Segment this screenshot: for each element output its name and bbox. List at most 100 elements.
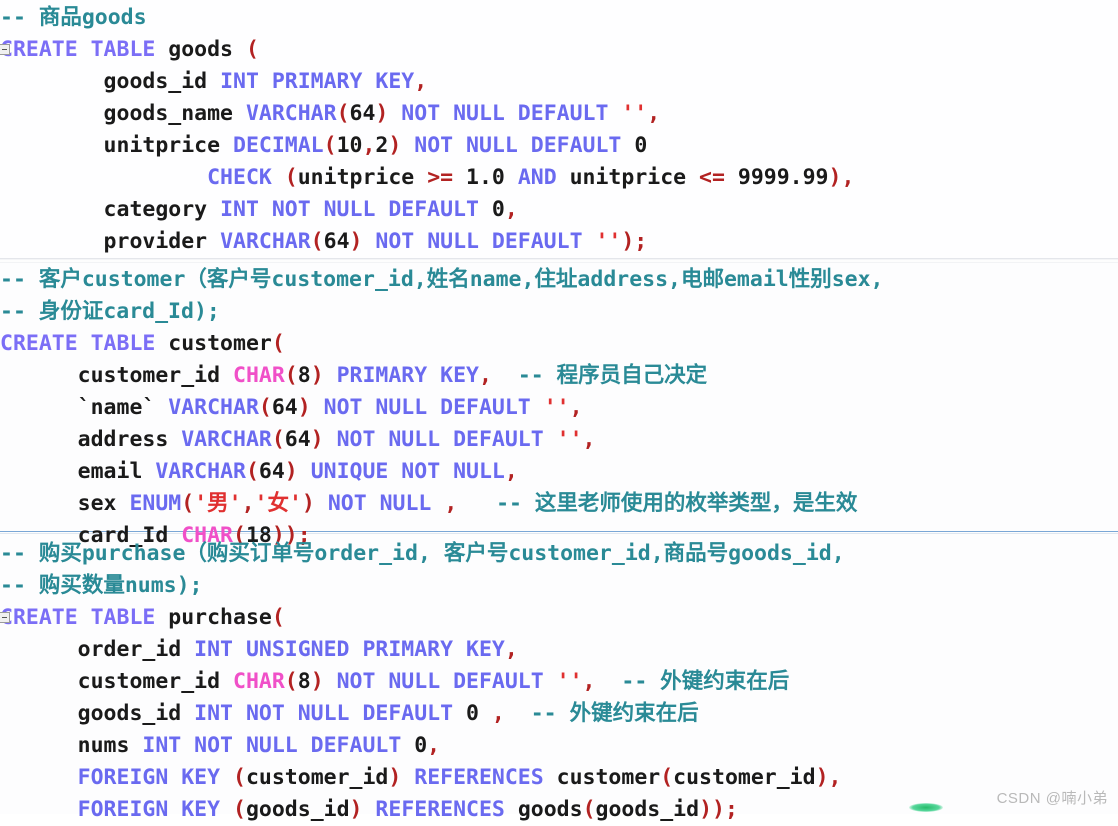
code-token: ) (388, 765, 402, 790)
code-token: goods_id (0, 69, 221, 94)
code-token: goods (168, 37, 246, 62)
code-line[interactable]: provider VARCHAR(64) NOT NULL DEFAULT ''… (0, 226, 1118, 258)
code-token: NOT NULL DEFAULT (362, 229, 596, 254)
watermark-label: CSDN @喃小弟 (996, 790, 1108, 807)
code-token: ( (181, 491, 195, 516)
code-token: ) (310, 669, 324, 694)
code-token: unitprice (556, 165, 700, 190)
code-line[interactable]: CREATE TABLE purchase( (0, 602, 1118, 634)
code-token: CHAR (233, 669, 285, 694)
code-line[interactable]: order_id INT UNSIGNED PRIMARY KEY, (0, 634, 1118, 666)
status-indicator-icon (909, 803, 943, 812)
code-line[interactable]: category INT NOT NULL DEFAULT 0, (0, 194, 1118, 226)
code-token: INT NOT NULL DEFAULT (220, 197, 492, 222)
code-token: FOREIGN KEY (77, 765, 234, 790)
code-token: ENUM (129, 491, 182, 516)
code-line[interactable]: FOREIGN KEY (customer_id) REFERENCES cus… (0, 762, 1118, 794)
code-token: AND (517, 165, 557, 190)
code-token: nums (0, 733, 143, 758)
code-token: , (504, 637, 518, 662)
code-token: , (582, 669, 596, 694)
code-token: INT NOT NULL DEFAULT (194, 701, 466, 726)
code-line[interactable]: goods_id INT NOT NULL DEFAULT 0 , -- 外键约… (0, 698, 1118, 730)
code-fold-toggle-icon[interactable] (0, 612, 10, 623)
code-token: INT UNSIGNED PRIMARY KEY (194, 637, 505, 662)
code-token: , (569, 395, 583, 420)
code-token: ) (284, 459, 298, 484)
code-token: 8 (297, 363, 311, 388)
code-token: , (241, 491, 255, 516)
code-fold-toggle-icon[interactable] (0, 44, 10, 55)
code-token: '' (595, 229, 622, 254)
code-line[interactable]: FOREIGN KEY (goods_id) REFERENCES goods(… (0, 794, 1118, 826)
code-token: email (0, 459, 156, 484)
code-token: DECIMAL (233, 133, 324, 158)
code-line[interactable]: nums INT NOT NULL DEFAULT 0, (0, 730, 1118, 762)
code-token: ) (349, 229, 363, 254)
code-token: ) (301, 491, 315, 516)
code-token: VARCHAR (181, 427, 272, 452)
code-token: 64 (258, 459, 285, 484)
code-token: customer (556, 765, 661, 790)
code-token: , (504, 197, 518, 222)
code-token: , (478, 701, 505, 726)
code-token: , (478, 363, 492, 388)
code-token: VARCHAR (220, 229, 311, 254)
code-line[interactable]: customer_id CHAR(8) PRIMARY KEY, -- 程序员自… (0, 360, 1118, 392)
code-token: customer_id (673, 765, 816, 790)
code-line[interactable]: email VARCHAR(64) UNIQUE NOT NULL, (0, 456, 1118, 488)
code-line[interactable]: customer_id CHAR(8) NOT NULL DEFAULT '',… (0, 666, 1118, 698)
block-separator-1-shadow (0, 262, 1118, 263)
code-token: ) (310, 427, 324, 452)
code-token: VARCHAR (168, 395, 259, 420)
code-token: '' (556, 669, 583, 694)
code-token: '' (621, 101, 648, 126)
code-token: '男' (194, 491, 242, 516)
code-token: -- 客户customer（客户号customer_id,姓名name,住址ad… (0, 267, 884, 292)
code-token: , (647, 101, 661, 126)
code-line[interactable]: sex ENUM('男','女') NOT NULL , -- 这里老师使用的枚… (0, 488, 1118, 520)
code-token: customer_id (245, 765, 389, 790)
code-token: 64 (284, 427, 311, 452)
code-token: '女' (254, 491, 302, 516)
code-token: 64 (349, 101, 376, 126)
code-token: ) (388, 133, 402, 158)
code-line[interactable]: -- 购买purchase（购买订单号order_id, 客户号customer… (0, 538, 1118, 570)
sql-editor-pane[interactable]: -- 商品goods CREATE TABLE goods ( goods_id … (0, 0, 1118, 822)
code-token: goods_name (0, 101, 246, 126)
code-token: NOT NULL DEFAULT (323, 427, 557, 452)
code-token: <= (699, 165, 725, 190)
code-token: , (504, 459, 518, 484)
code-token: 64 (271, 395, 298, 420)
code-token: ( (271, 427, 285, 452)
code-token: -- 购买purchase（购买订单号order_id, 客户号customer… (0, 541, 845, 566)
code-line[interactable]: CREATE TABLE customer( (0, 328, 1118, 360)
code-line[interactable]: goods_id INT PRIMARY KEY, (0, 66, 1118, 98)
code-token: -- 身份证card_Id); (0, 299, 220, 324)
code-line[interactable]: -- 身份证card_Id); (0, 296, 1118, 328)
code-token: , (582, 427, 596, 452)
code-line[interactable]: address VARCHAR(64) NOT NULL DEFAULT '', (0, 424, 1118, 456)
code-token: INT NOT NULL DEFAULT (142, 733, 415, 758)
code-token: CREATE TABLE (0, 605, 169, 630)
code-token: -- 这里老师使用的枚举类型，是生效 (457, 491, 858, 516)
code-line[interactable]: `name` VARCHAR(64) NOT NULL DEFAULT '', (0, 392, 1118, 424)
code-token: ( (258, 395, 272, 420)
code-line[interactable]: -- 客户customer（客户号customer_id,姓名name,住址ad… (0, 264, 1118, 296)
code-line[interactable]: -- 商品goods (0, 2, 1118, 34)
code-line[interactable]: goods_name VARCHAR(64) NOT NULL DEFAULT … (0, 98, 1118, 130)
code-token: CREATE TABLE (0, 37, 169, 62)
code-token: NOT NULL DEFAULT (388, 101, 622, 126)
code-token: ( (323, 133, 337, 158)
code-token: NOT NULL (314, 491, 432, 516)
code-token: purchase (168, 605, 272, 630)
code-line[interactable]: unitprice DECIMAL(10,2) NOT NULL DEFAULT… (0, 130, 1118, 162)
code-token: ( (271, 331, 285, 356)
code-line[interactable]: CHECK (unitprice >= 1.0 AND unitprice <=… (0, 162, 1118, 194)
code-line[interactable]: CREATE TABLE goods ( (0, 34, 1118, 66)
code-token: goods (517, 797, 583, 822)
code-line[interactable]: -- 购买数量nums); (0, 570, 1118, 602)
code-token: provider (0, 229, 221, 254)
code-token: REFERENCES (362, 797, 518, 822)
code-token: 9999.99 (724, 165, 829, 190)
